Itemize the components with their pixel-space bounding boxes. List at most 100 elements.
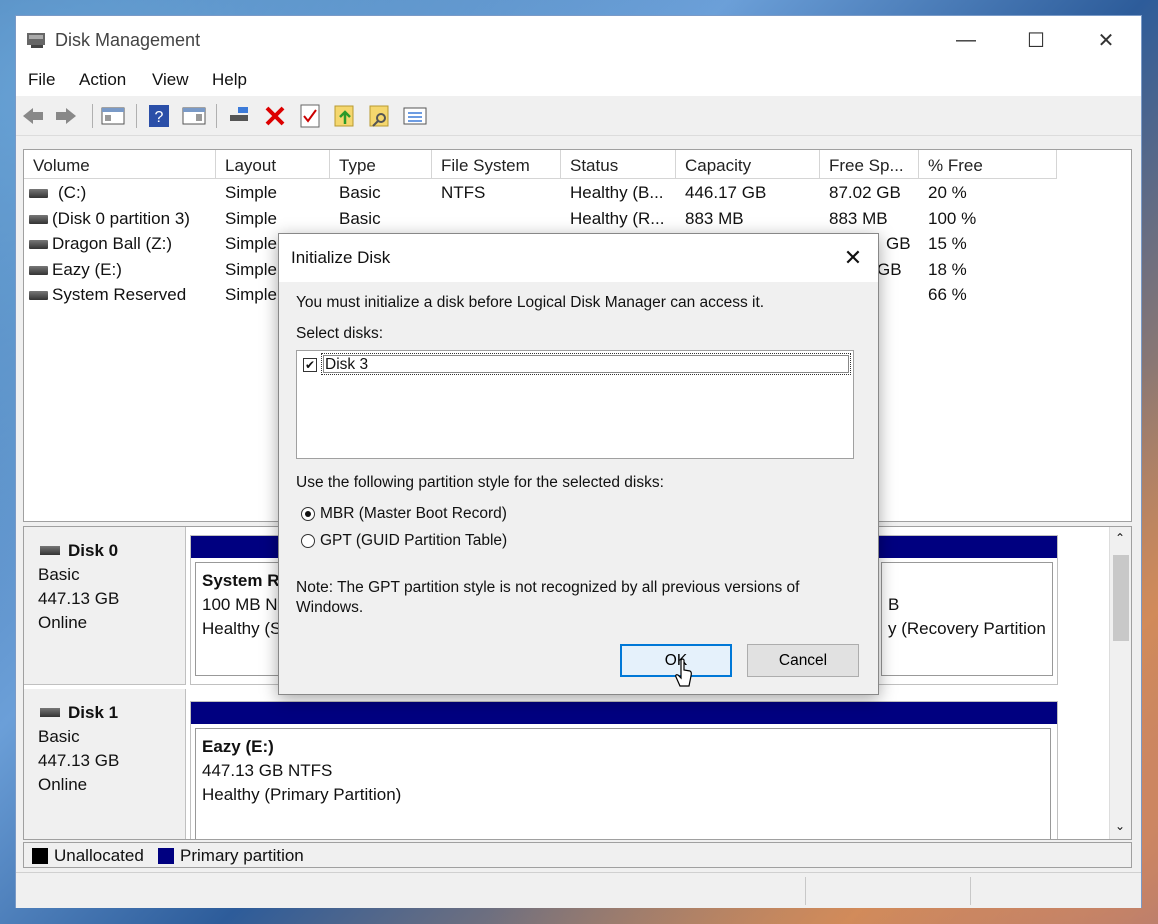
partition-system-reserved[interactable]: System R 100 MB N Healthy (S xyxy=(195,562,281,676)
cancel-button[interactable]: Cancel xyxy=(747,644,859,677)
partition-line2: y (Recovery Partition xyxy=(888,619,1046,638)
close-icon: ✕ xyxy=(843,245,863,270)
scroll-down-icon[interactable]: ⌄ xyxy=(1115,819,1125,833)
dialog-close-button[interactable]: ✕ xyxy=(828,234,878,282)
table-row[interactable]: (Disk 0 partition 3) Simple Basic Health… xyxy=(24,207,1124,232)
column-header-volume[interactable]: Volume xyxy=(24,150,216,179)
pct-cell: 66 % xyxy=(928,285,967,304)
column-header-capacity[interactable]: Capacity xyxy=(676,150,820,179)
partition-line1: 447.13 GB NTFS xyxy=(202,761,333,780)
drive-icon xyxy=(29,266,48,275)
disk-management-app-icon xyxy=(27,33,45,48)
maximize-button[interactable]: ☐ xyxy=(1001,16,1071,64)
pct-cell: 18 % xyxy=(928,260,967,279)
partition-line1: 100 MB N xyxy=(202,595,278,614)
svg-text:?: ? xyxy=(155,109,164,126)
disk-select-list[interactable]: ✔ Disk 3 xyxy=(296,350,854,459)
console-tree-icon[interactable] xyxy=(100,103,126,129)
dialog-title: Initialize Disk xyxy=(291,248,391,267)
properties-pane-icon[interactable] xyxy=(181,103,207,129)
status-bar xyxy=(16,872,1141,908)
delete-icon[interactable] xyxy=(262,103,288,129)
legend-primary: Primary partition xyxy=(180,846,304,865)
close-icon: ✕ xyxy=(1097,29,1115,52)
menu-help[interactable]: Help xyxy=(212,70,247,90)
column-header-status[interactable]: Status xyxy=(561,150,676,179)
dialog-message: You must initialize a disk before Logica… xyxy=(296,294,765,311)
drive-icon xyxy=(29,215,48,224)
toolbar-separator xyxy=(92,104,93,128)
partition-recovery[interactable]: B y (Recovery Partition xyxy=(881,562,1053,676)
disk-icon xyxy=(40,546,60,555)
close-button[interactable]: ✕ xyxy=(1071,16,1141,64)
scroll-thumb[interactable] xyxy=(1113,555,1129,641)
list-item[interactable]: ✔ Disk 3 xyxy=(299,353,851,377)
note-line-2: Windows. xyxy=(296,599,364,616)
initialize-disk-dialog: Initialize Disk ✕ You must initialize a … xyxy=(278,233,879,695)
back-icon[interactable] xyxy=(20,103,46,129)
column-header-free-space[interactable]: Free Sp... xyxy=(820,150,919,179)
column-header-file-system[interactable]: File System xyxy=(432,150,561,179)
column-header-percent-free[interactable]: % Free xyxy=(919,150,1057,179)
unallocated-swatch xyxy=(32,848,48,864)
status-divider xyxy=(805,877,806,905)
forward-icon[interactable] xyxy=(53,103,79,129)
capacity-cell: 883 MB xyxy=(685,209,744,228)
menu-view[interactable]: View xyxy=(152,70,189,90)
fs-cell: NTFS xyxy=(441,183,486,202)
mbr-radio[interactable] xyxy=(301,507,315,521)
disk-size: 447.13 GB xyxy=(38,589,120,608)
menu-action[interactable]: Action xyxy=(79,70,126,90)
disk-1-info[interactable]: Disk 1 Basic 447.13 GB Online xyxy=(24,689,186,839)
gpt-label[interactable]: GPT (GUID Partition Table) xyxy=(320,532,507,550)
layout-cell: Simple xyxy=(225,260,277,279)
column-header-type[interactable]: Type xyxy=(330,150,432,179)
table-row[interactable]: (C:) Simple Basic NTFS Healthy (B... 446… xyxy=(24,181,1124,206)
check-icon[interactable] xyxy=(297,103,323,129)
partition-line2: Healthy (S xyxy=(202,619,281,638)
gpt-radio[interactable] xyxy=(301,534,315,548)
disk-state: Online xyxy=(38,775,88,794)
layout-cell: Simple xyxy=(225,183,277,202)
help-icon[interactable]: ? xyxy=(146,103,172,129)
legend-unallocated: Unallocated xyxy=(54,846,144,865)
minimize-button[interactable]: — xyxy=(931,16,1001,64)
layout-cell: Simple xyxy=(225,209,277,228)
disk-icon xyxy=(40,708,60,717)
connect-disk-icon[interactable] xyxy=(227,103,253,129)
disk-panel-scrollbar[interactable]: ⌃ ⌄ xyxy=(1109,527,1131,839)
free-cell: GB xyxy=(877,260,902,279)
column-header-layout[interactable]: Layout xyxy=(216,150,330,179)
search-folder-icon[interactable] xyxy=(367,103,393,129)
status-cell: Healthy (R... xyxy=(570,209,665,228)
list-icon[interactable] xyxy=(402,103,428,129)
partition-eazy[interactable]: Eazy (E:) 447.13 GB NTFS Healthy (Primar… xyxy=(195,728,1051,839)
disk-type: Basic xyxy=(38,727,80,746)
toolbar: ? xyxy=(16,96,1141,136)
volume-name: (C:) xyxy=(58,183,87,202)
scroll-up-icon[interactable]: ⌃ xyxy=(1115,531,1125,545)
disk-name: Disk 1 xyxy=(68,703,119,722)
volume-name: System Reserved xyxy=(52,285,187,304)
menu-file[interactable]: File xyxy=(28,70,55,90)
menu-bar: File Action View Help xyxy=(16,64,1141,96)
window-title: Disk Management xyxy=(55,30,201,50)
pct-cell: 100 % xyxy=(928,209,977,228)
disk-0-info[interactable]: Disk 0 Basic 447.13 GB Online xyxy=(24,527,186,685)
disk-1-partitions: Eazy (E:) 447.13 GB NTFS Healthy (Primar… xyxy=(190,701,1058,839)
select-disks-label: Select disks: xyxy=(296,325,384,342)
type-cell: Basic xyxy=(339,209,381,228)
dialog-title-bar: Initialize Disk ✕ xyxy=(279,234,878,282)
mbr-label[interactable]: MBR (Master Boot Record) xyxy=(320,505,507,523)
primary-swatch xyxy=(158,848,174,864)
minimize-icon: — xyxy=(956,28,976,51)
layout-cell: Simple xyxy=(225,234,277,253)
drive-icon xyxy=(29,240,48,249)
up-folder-icon[interactable] xyxy=(332,103,358,129)
partition-style-label: Use the following partition style for th… xyxy=(296,474,664,491)
pct-cell: 20 % xyxy=(928,183,967,202)
mouse-cursor-icon xyxy=(675,658,692,687)
free-cell: GB xyxy=(886,234,911,253)
status-divider xyxy=(970,877,971,905)
disk-3-checkbox[interactable]: ✔ xyxy=(303,358,317,372)
